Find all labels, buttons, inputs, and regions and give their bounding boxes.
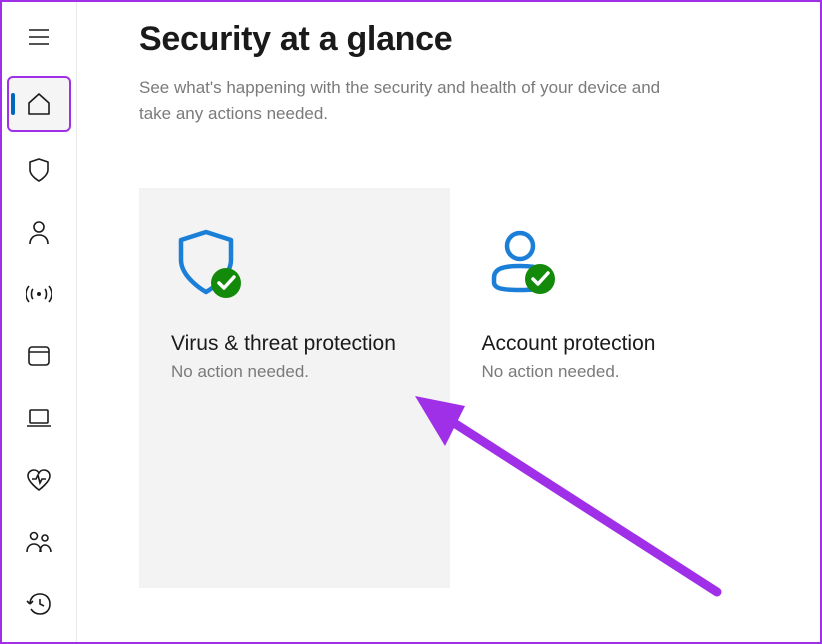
shield-icon bbox=[27, 157, 51, 183]
sidebar-item-performance[interactable] bbox=[11, 456, 67, 504]
sidebar-item-firewall[interactable] bbox=[11, 270, 67, 318]
history-icon bbox=[26, 591, 52, 617]
laptop-icon bbox=[25, 408, 53, 428]
sidebar-item-app-browser[interactable] bbox=[11, 332, 67, 380]
sidebar-item-virus-threat[interactable] bbox=[11, 146, 67, 194]
sidebar-item-menu[interactable] bbox=[11, 15, 67, 59]
card-status: No action needed. bbox=[482, 362, 729, 382]
window-icon bbox=[27, 345, 51, 367]
person-check-icon bbox=[482, 226, 729, 304]
page-subtitle: See what's happening with the security a… bbox=[139, 75, 679, 128]
card-account-protection[interactable]: Account protection No action needed. bbox=[450, 188, 761, 588]
card-virus-threat[interactable]: Virus & threat protection No action need… bbox=[139, 188, 450, 588]
card-title: Virus & threat protection bbox=[171, 332, 418, 356]
card-title: Account protection bbox=[482, 332, 729, 356]
home-icon bbox=[26, 91, 52, 117]
sidebar-item-home[interactable] bbox=[7, 76, 71, 132]
heart-pulse-icon bbox=[25, 468, 53, 492]
shield-check-icon bbox=[171, 226, 418, 304]
person-icon bbox=[27, 219, 51, 245]
sidebar-item-history[interactable] bbox=[11, 580, 67, 628]
family-icon bbox=[25, 530, 53, 554]
card-status: No action needed. bbox=[171, 362, 418, 382]
sidebar bbox=[2, 2, 77, 642]
main-content: Security at a glance See what's happenin… bbox=[77, 2, 820, 642]
antenna-icon bbox=[26, 283, 52, 305]
sidebar-item-family[interactable] bbox=[11, 518, 67, 566]
security-cards: Virus & threat protection No action need… bbox=[139, 188, 760, 588]
hamburger-icon bbox=[29, 29, 49, 45]
sidebar-item-device-security[interactable] bbox=[11, 394, 67, 442]
sidebar-item-account[interactable] bbox=[11, 208, 67, 256]
page-title: Security at a glance bbox=[139, 20, 760, 59]
